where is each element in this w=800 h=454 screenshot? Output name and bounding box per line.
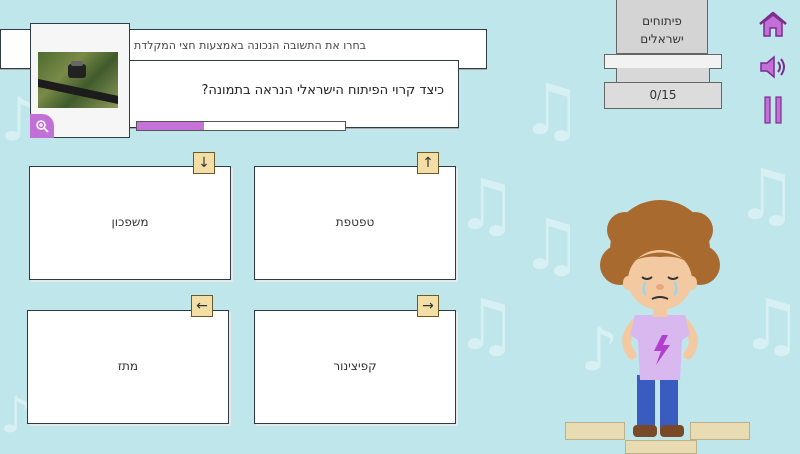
pause-icon [764,96,782,124]
question-photo-card[interactable] [30,23,130,138]
character-avatar [600,200,720,437]
pause-button[interactable] [756,95,790,125]
answer-label: קפיצינור [333,359,377,373]
score-ledge [604,54,722,69]
zoom-icon [36,120,49,133]
question-box: כיצד קרוי הפיתוח הישראלי הנראה בתמונה? [125,60,459,131]
bg-note: ♫ [455,164,518,246]
bg-note: ♫ [520,204,583,286]
bg-note: ♫ [520,69,583,151]
bg-note: ♫ [735,154,798,236]
score-bridge [616,68,710,82]
answer-card-top-left[interactable]: משפכון [29,166,231,280]
bg-note: ♫ [740,284,800,366]
home-icon [759,11,787,37]
arrow-left-icon: ← [191,295,213,317]
category-title-line1: פיתוחים [642,14,682,28]
arrow-up-icon: ↑ [417,152,439,174]
question-text: כיצד קרוי הפיתוח הישראלי הנראה בתמונה? [201,83,444,98]
answer-label: מתז [117,359,139,373]
question-counter: 0/15 [604,82,722,109]
arrow-right-icon: → [417,295,439,317]
instruction-text: בחרו את התשובה הנכונה באמצעות חצי המקלדת [133,39,366,52]
answer-card-bottom-right[interactable]: קפיצינור [254,310,456,424]
timer-progress-fill [137,122,204,130]
answer-card-bottom-left[interactable]: מתז [27,310,229,424]
category-title-line2: ישראלים [640,32,684,46]
sound-button[interactable] [756,52,790,82]
drip-irrigation-photo [38,52,118,108]
answer-card-top-right[interactable]: טפטפת [254,166,456,280]
zoom-button[interactable] [30,114,54,138]
speaker-icon [760,55,785,79]
score-panel: פיתוחים ישראלים 0/15 [604,0,722,109]
category-title: פיתוחים ישראלים [616,0,708,54]
home-button[interactable] [756,9,790,39]
answer-label: משפכון [111,215,149,229]
timer-progress-bar [136,121,346,131]
answer-label: טפטפת [335,215,375,229]
bg-note: ♫ [455,284,518,366]
arrow-down-icon: ↓ [193,152,215,174]
